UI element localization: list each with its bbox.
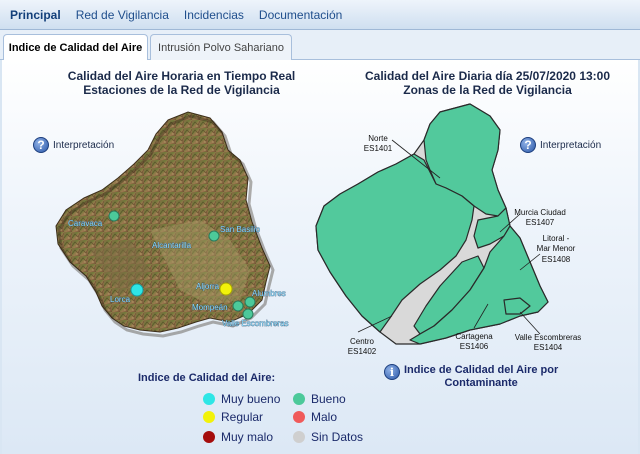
zone-label-murcia-name: Murcia Ciudad <box>514 208 566 217</box>
contaminant-link-line1: Indice de Calidad del Aire por <box>404 364 559 376</box>
legend-label: Malo <box>311 410 338 424</box>
legend-item-bueno: Bueno <box>293 392 346 406</box>
zone-label-murcia-code: ES1407 <box>526 218 555 227</box>
zone-label-centro-code: ES1402 <box>348 347 377 356</box>
legend-label: Muy bueno <box>221 392 281 406</box>
legend-dot <box>203 411 215 423</box>
legend-label: Regular <box>221 410 264 424</box>
legend-title: Indice de Calidad del Aire: <box>138 372 276 384</box>
legend-label: Muy malo <box>221 430 274 444</box>
zone-label-norte-name: Norte <box>368 134 388 143</box>
info-icon: i <box>384 364 400 380</box>
legend-item-sin-datos: Sin Datos <box>293 430 363 444</box>
contaminant-link-line2: Contaminante <box>444 377 518 389</box>
zone-label-litoral-code: ES1408 <box>542 255 571 264</box>
legend-dot <box>293 411 305 423</box>
contaminant-index-link[interactable]: i Indice de Calidad del Aire por Contami… <box>384 364 558 390</box>
zone-label-cartagena-code: ES1406 <box>460 342 489 351</box>
zone-label-cartagena-name: Cartagena <box>455 332 493 341</box>
legend-dot <box>203 431 215 443</box>
zone-label-centro-name: Centro <box>350 337 375 346</box>
zone-label-litoral-name: Litoral -Mar Menor <box>537 234 576 253</box>
legend-item-muy-malo: Muy malo <box>203 430 273 444</box>
legend-dot <box>203 393 215 405</box>
legend-item-regular: Regular <box>203 410 263 424</box>
legend-item-muy-bueno: Muy bueno <box>203 392 280 406</box>
zone-label-norte-code: ES1401 <box>364 144 393 153</box>
zone-label-escombreras-code: ES1404 <box>534 343 563 352</box>
legend-label: Sin Datos <box>311 430 364 444</box>
legend-dot <box>293 393 305 405</box>
legend-item-malo: Malo <box>293 410 337 424</box>
legend-dot <box>293 431 305 443</box>
contaminant-link-text: Indice de Calidad del Aire por Contamina… <box>404 364 558 390</box>
zone-label-escombreras-name: Valle Escombreras <box>515 333 582 342</box>
legend-label: Bueno <box>311 392 346 406</box>
